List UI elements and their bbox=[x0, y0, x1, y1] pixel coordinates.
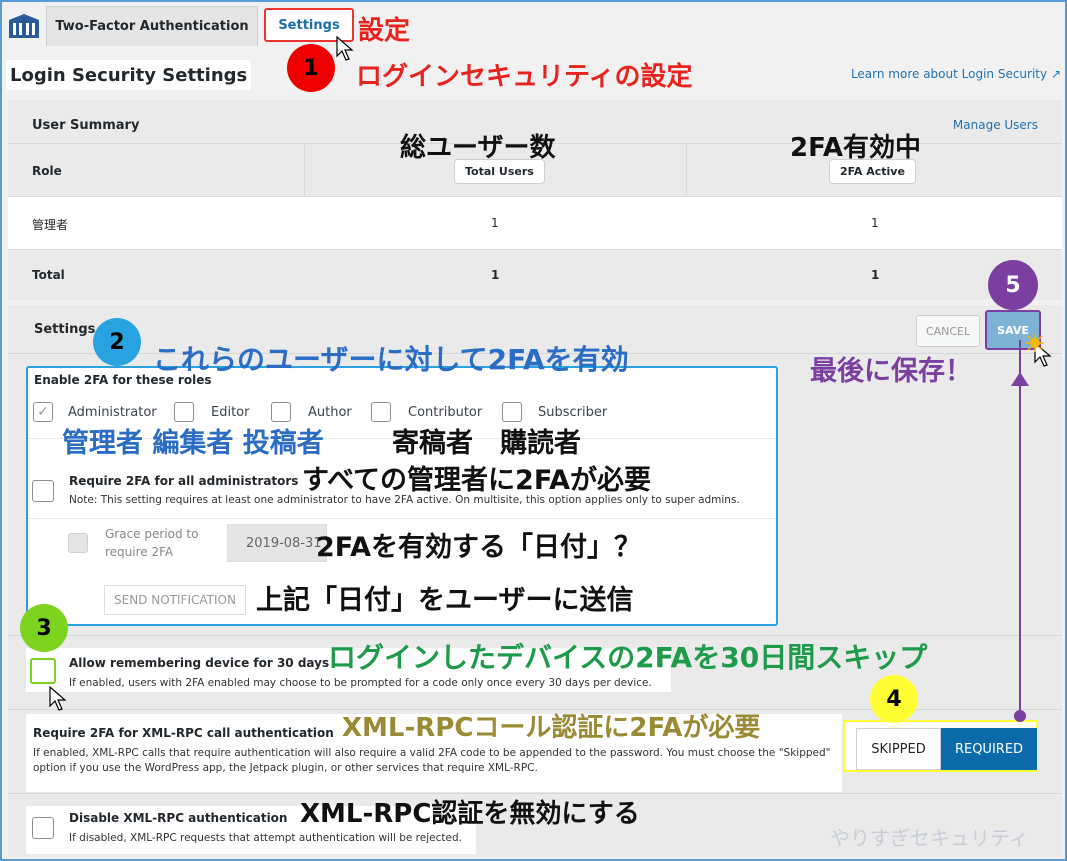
xmlrpc-required-option[interactable]: REQUIRED bbox=[941, 728, 1037, 770]
annotation-arrow-line bbox=[1019, 340, 1021, 716]
row-total: 1 bbox=[491, 216, 499, 230]
annotation-grace-ja: 2FAを有効する「日付」？ bbox=[316, 532, 642, 563]
annotation-enable-roles-ja: これらのユーザーに対して2FAを有効 bbox=[153, 343, 629, 376]
column-role: Role bbox=[32, 164, 62, 178]
cancel-button[interactable]: CANCEL bbox=[916, 315, 980, 347]
role-administrator-label: Administrator bbox=[68, 405, 157, 420]
role-author-label: Author bbox=[308, 405, 352, 420]
remember-device-label: Allow remembering device for 30 days bbox=[69, 656, 330, 670]
role-editor-label: Editor bbox=[211, 405, 250, 420]
learn-more-link[interactable]: Learn more about Login Security ↗ bbox=[851, 67, 1061, 81]
role-contributor-label: Contributor bbox=[408, 405, 483, 420]
learn-more-label: Learn more about Login Security bbox=[850, 67, 1048, 81]
wordfence-logo-icon bbox=[9, 14, 39, 38]
annotation-step-4: 4 bbox=[870, 675, 918, 723]
require-admins-checkbox[interactable] bbox=[32, 480, 54, 502]
grace-period-date-input[interactable]: 2019-08-31 bbox=[227, 524, 327, 562]
annotation-total-users-ja: 総ユーザー数 bbox=[400, 133, 556, 163]
external-link-icon: ↗ bbox=[1050, 67, 1061, 81]
role-editor-checkbox[interactable] bbox=[174, 402, 194, 422]
annotation-step-2: 2 bbox=[93, 318, 141, 366]
role-author-checkbox[interactable] bbox=[271, 402, 291, 422]
role-subscriber-checkbox[interactable] bbox=[502, 402, 522, 422]
annotation-step-5: 5 bbox=[988, 260, 1038, 310]
disable-xmlrpc-note: If disabled, XML-RPC requests that attem… bbox=[69, 832, 462, 844]
annotation-roles-ja-blue: 管理者 編集者 投稿者 bbox=[62, 428, 324, 459]
xmlrpc-require-note-1: If enabled, XML-RPC calls that require a… bbox=[33, 747, 831, 759]
table-row-total: Total 1 1 bbox=[8, 250, 1062, 300]
annotation-step-3: 3 bbox=[20, 604, 68, 652]
remember-device-note: If enabled, users with 2FA enabled may c… bbox=[69, 677, 652, 689]
user-summary-heading: User Summary bbox=[32, 118, 140, 133]
annotation-arrow-head-icon bbox=[1011, 372, 1029, 386]
annotation-step-1: 1 bbox=[287, 44, 335, 92]
grace-period-label-2: require 2FA bbox=[105, 545, 174, 559]
annotation-arrow-dot bbox=[1014, 710, 1026, 722]
annotation-require-admins-ja: すべての管理者に2FAが必要 bbox=[302, 465, 652, 496]
click-burst-icon bbox=[1026, 334, 1044, 352]
disable-xmlrpc-label: Disable XML-RPC authentication bbox=[69, 811, 288, 825]
role-contributor-checkbox[interactable] bbox=[371, 402, 391, 422]
tab-two-factor-authentication[interactable]: Two-Factor Authentication bbox=[46, 6, 258, 46]
annotation-roles-ja-black: 寄稿者 購読者 bbox=[392, 428, 581, 459]
checkmark-icon: ✓ bbox=[37, 404, 49, 420]
manage-users-link[interactable]: Manage Users bbox=[953, 118, 1038, 132]
require-admins-label: Require 2FA for all administrators bbox=[69, 474, 299, 488]
annotation-send-ja: 上記「日付」をユーザーに送信 bbox=[256, 585, 634, 616]
grace-period-label-1: Grace period to bbox=[105, 527, 199, 541]
xmlrpc-skipped-option[interactable]: SKIPPED bbox=[856, 728, 941, 770]
grace-period-checkbox[interactable] bbox=[68, 533, 88, 553]
row-role: 管理者 bbox=[32, 218, 69, 232]
annotation-2fa-active-ja: 2FA有効中 bbox=[790, 133, 921, 163]
mouse-cursor-icon bbox=[49, 686, 67, 711]
annotation-settings-ja: 設定 bbox=[358, 16, 411, 46]
page-title: Login Security Settings bbox=[6, 60, 251, 90]
row-active: 1 bbox=[871, 216, 879, 230]
annotation-xmlrpc-ja: XML-RPCコール認証に2FAが必要 bbox=[342, 713, 761, 743]
mouse-cursor-icon bbox=[336, 36, 354, 61]
table-row: 管理者 1 1 bbox=[8, 197, 1062, 249]
xmlrpc-require-label: Require 2FA for XML-RPC call authenticat… bbox=[33, 726, 334, 740]
disable-xmlrpc-checkbox[interactable] bbox=[32, 817, 54, 839]
annotation-login-security-ja: ログインセキュリティの設定 bbox=[356, 62, 693, 92]
role-administrator-checkbox[interactable]: ✓ bbox=[33, 402, 53, 422]
role-subscriber-label: Subscriber bbox=[538, 405, 608, 420]
annotation-disable-xmlrpc-ja: XML-RPC認証を無効にする bbox=[300, 799, 640, 829]
xmlrpc-require-note-2: option if you use the WordPress app, the… bbox=[33, 762, 538, 774]
row-total-label: Total bbox=[32, 268, 65, 282]
annotation-remember-ja: ログインしたデバイスの2FAを30日間スキップ bbox=[328, 641, 928, 674]
send-notification-button[interactable]: SEND NOTIFICATION bbox=[104, 585, 246, 615]
remember-device-checkbox[interactable] bbox=[30, 658, 56, 684]
settings-heading: Settings bbox=[34, 322, 96, 337]
watermark: やりすぎセキュリティ bbox=[830, 826, 1029, 850]
annotation-save-ja: 最後に保存！ bbox=[810, 356, 972, 387]
row-total-active: 1 bbox=[871, 268, 880, 282]
row-total-count: 1 bbox=[491, 268, 500, 282]
